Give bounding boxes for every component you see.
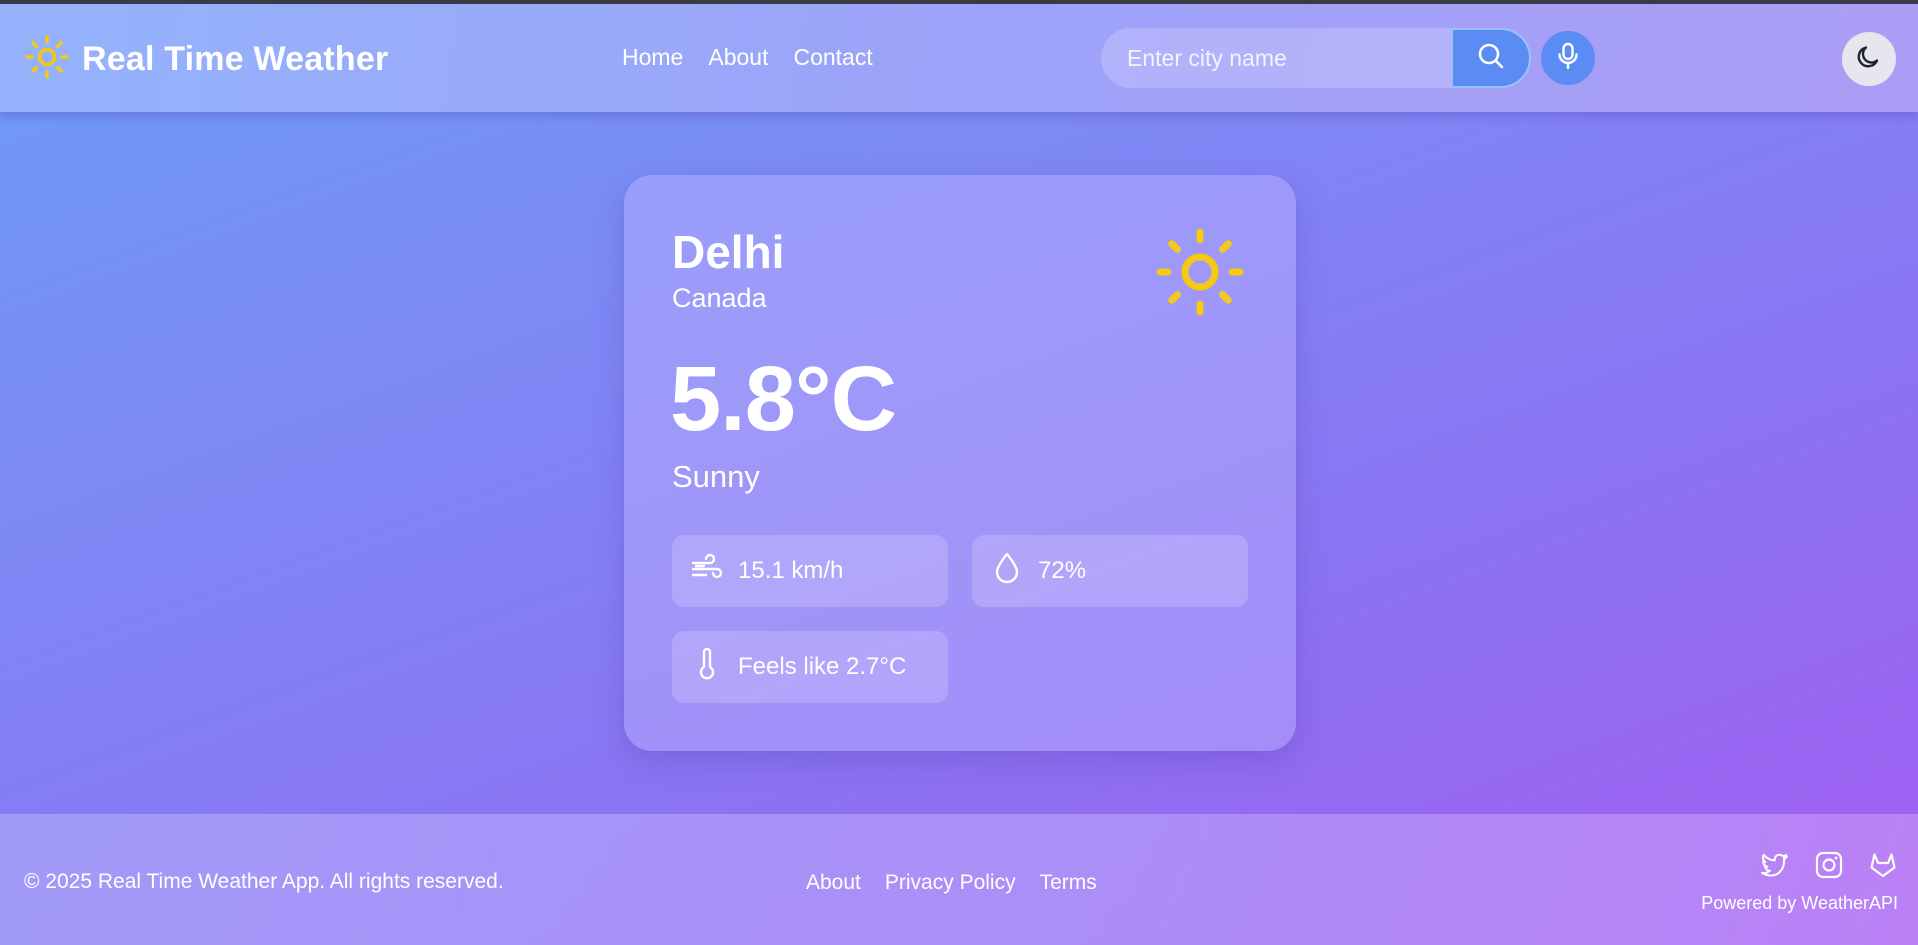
powered-by-text: Powered by WeatherAPI: [1701, 893, 1898, 913]
search-button[interactable]: [1451, 28, 1531, 88]
footer-link-terms[interactable]: Terms: [1040, 871, 1097, 895]
sun-icon: [24, 34, 70, 85]
instagram-icon[interactable]: [1814, 850, 1844, 885]
footer-link-about[interactable]: About: [806, 871, 861, 895]
thermometer-icon: [690, 647, 738, 688]
wind-speed-value: 15.1 km/h: [738, 557, 844, 584]
search-bar: [1101, 28, 1595, 88]
copyright-text: © 2025 Real Time Weather App. All rights…: [24, 870, 504, 893]
main-nav: Home About Contact: [622, 44, 873, 71]
nav-about[interactable]: About: [708, 44, 768, 71]
humidity-value: 72%: [1038, 557, 1087, 584]
social-links: [1760, 850, 1898, 885]
microphone-icon: [1555, 42, 1581, 75]
weather-card: Delhi Canada 5.8°C Sunny 15.1 km/h 72% F…: [624, 175, 1296, 751]
footer-links: About Privacy Policy Terms: [806, 871, 1097, 895]
condition-text: Sunny: [672, 459, 760, 494]
city-search-input[interactable]: [1101, 28, 1451, 88]
theme-toggle-button[interactable]: [1842, 32, 1896, 86]
droplet-icon: [990, 551, 1038, 592]
site-footer: © 2025 Real Time Weather App. All rights…: [0, 814, 1918, 945]
feels-like-value: Feels like 2.7°C: [738, 653, 907, 680]
search-icon: [1476, 41, 1506, 76]
country-name: Canada: [672, 283, 767, 313]
voice-search-button[interactable]: [1541, 31, 1595, 85]
temperature: 5.8°C: [670, 348, 897, 450]
city-name: Delhi: [672, 226, 785, 278]
wind-speed-stat: 15.1 km/h: [672, 535, 948, 607]
twitter-icon[interactable]: [1760, 850, 1790, 885]
nav-home[interactable]: Home: [622, 44, 683, 71]
feels-like-stat: Feels like 2.7°C: [672, 631, 948, 703]
brand[interactable]: Real Time Weather: [24, 34, 388, 85]
moon-icon: [1855, 43, 1883, 76]
humidity-stat: 72%: [972, 535, 1248, 607]
gitlab-icon[interactable]: [1868, 850, 1898, 885]
site-header: Real Time Weather Home About Contact: [0, 4, 1918, 112]
sun-icon: [1152, 224, 1248, 320]
wind-icon: [690, 551, 738, 592]
app-title: Real Time Weather: [82, 40, 389, 78]
nav-contact[interactable]: Contact: [793, 44, 872, 71]
footer-link-privacy[interactable]: Privacy Policy: [885, 871, 1016, 895]
